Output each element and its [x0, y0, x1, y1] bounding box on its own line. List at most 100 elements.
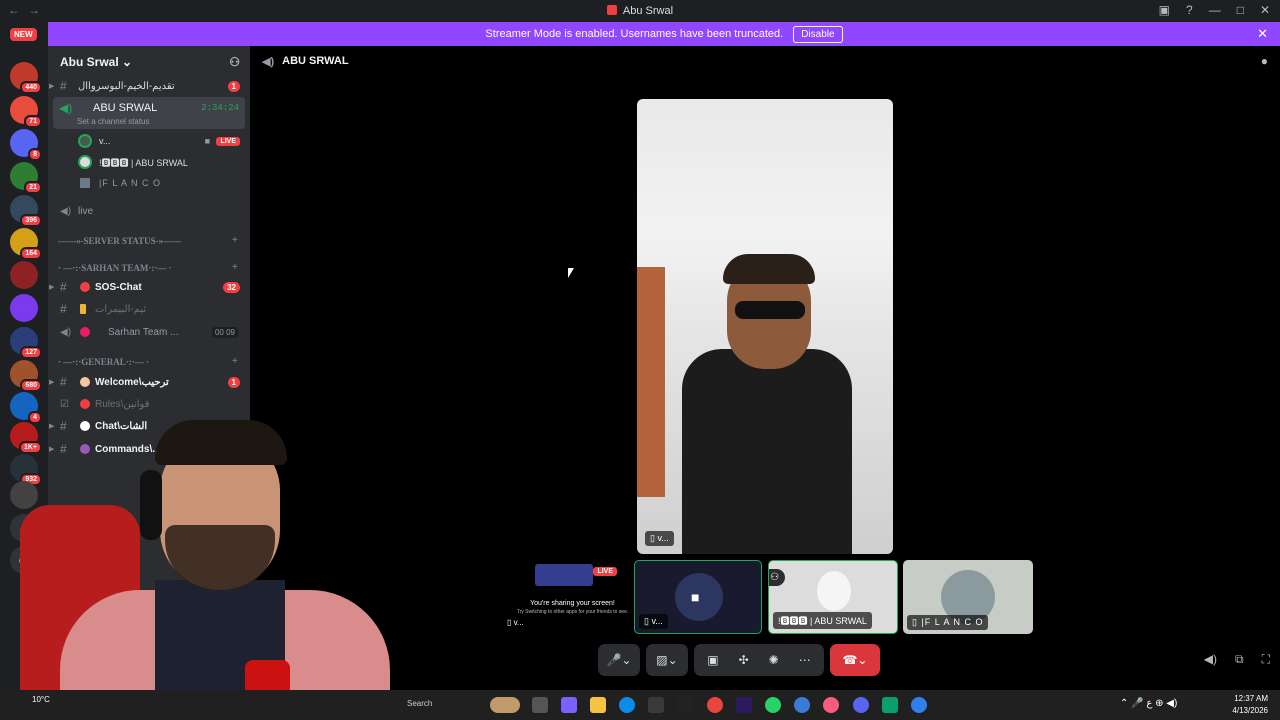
clock[interactable]: 12:37 AM 4/13/2026	[1232, 693, 1268, 717]
server-icon[interactable]: 21	[10, 162, 42, 194]
voice-user[interactable]: |F L A N C O	[78, 174, 248, 192]
add-channel-icon[interactable]: +	[232, 261, 238, 273]
call-view: ◀) ABU SRWAL ● ▯ v... LIVE You're sharing …	[250, 46, 1280, 690]
chat-icon[interactable]: ●	[1261, 54, 1268, 68]
video-tag: ▯ v...	[639, 614, 668, 629]
window-title: Abu Srwal	[0, 5, 1280, 17]
server-icon[interactable]: 8	[10, 129, 42, 161]
soundboard-icon[interactable]: ✺	[769, 653, 779, 667]
avatar	[78, 134, 92, 148]
add-channel-icon[interactable]: +	[232, 355, 238, 367]
premiere-icon[interactable]	[736, 697, 752, 713]
voice-channel-active[interactable]: ◀) ABU SRWAL 2:34:24 Set a channel statu…	[53, 97, 245, 129]
whatsapp-icon[interactable]	[765, 697, 781, 713]
server-icon[interactable]: 71	[10, 96, 42, 128]
voice-channel-sarhan[interactable]: ◀) Sarhan Team ... 00 09	[48, 322, 250, 342]
video-tile[interactable]: ■ ▯ v...	[634, 560, 762, 634]
activities-icon[interactable]: ✣	[739, 653, 749, 667]
copilot-icon[interactable]	[561, 697, 577, 713]
server-icon[interactable]: 164	[10, 228, 42, 260]
avatar	[78, 176, 92, 190]
close-banner-icon[interactable]: ✕	[1257, 26, 1268, 42]
store-icon[interactable]	[648, 697, 664, 713]
inbox-icon[interactable]: ▣	[1159, 3, 1170, 17]
edge-icon[interactable]	[619, 697, 635, 713]
disable-button[interactable]: Disable	[793, 25, 843, 43]
explorer-icon[interactable]	[590, 697, 606, 713]
chrome-icon[interactable]	[707, 697, 723, 713]
video-tile[interactable]: ⌄ ⚇ !🅱🅱🅱 | ABU SRWAL	[768, 560, 898, 634]
main-video-tile[interactable]: ▯ v...	[637, 99, 893, 554]
app-icon[interactable]	[794, 697, 810, 713]
window-controls[interactable]: ▣ ? — □ ✕	[1159, 3, 1270, 17]
server-icon[interactable]	[10, 261, 38, 289]
unread-arrow-icon: ▶	[49, 379, 55, 386]
volume-icon[interactable]: ◀)	[1204, 652, 1217, 667]
speaker-icon: ◀)	[60, 205, 72, 217]
avatar	[817, 571, 851, 611]
add-channel-icon[interactable]: +	[232, 234, 238, 246]
hair	[723, 254, 815, 284]
unread-arrow-icon: ▶	[49, 83, 55, 90]
headphones	[140, 470, 162, 540]
jacket	[682, 349, 852, 554]
door-frame	[637, 267, 665, 497]
speaker-icon: ◀)	[262, 55, 275, 68]
popout-icon[interactable]: ⧉	[1235, 652, 1244, 667]
server-icon[interactable]	[10, 294, 38, 322]
voice-channel-live[interactable]: ◀) live	[48, 201, 250, 221]
unread-arrow-icon: ▶	[49, 284, 55, 291]
video-tile[interactable]: ▯ |F L A N C O	[903, 560, 1033, 634]
app-icon[interactable]	[677, 697, 693, 713]
invite-icon[interactable]: ⚇	[229, 55, 240, 69]
minimize-button[interactable]: —	[1209, 3, 1221, 17]
app-icon[interactable]	[882, 697, 898, 713]
camera-off-icon: ■	[691, 589, 700, 605]
hash-icon: #	[60, 280, 67, 294]
speaker-icon: ◀)	[60, 326, 72, 338]
server-icon[interactable]: 440	[10, 62, 42, 94]
search-box[interactable]: Search	[407, 699, 432, 708]
mute-button[interactable]: 🎤⌄	[598, 644, 640, 676]
share-screen-icon[interactable]: ▣	[707, 653, 718, 667]
widget-icon[interactable]	[490, 697, 520, 713]
mouse-cursor	[568, 268, 574, 278]
new-badge: NEW	[10, 28, 37, 41]
server-icon[interactable]: 127	[10, 327, 42, 359]
category-server-status[interactable]: ——«-SERVER STATUS-»—— +	[48, 232, 250, 250]
hair	[155, 420, 287, 465]
emoji-icon	[80, 327, 90, 337]
fullscreen-icon[interactable]: ⛶	[1262, 652, 1270, 667]
channel-rules[interactable]: ☑ Rules\قوانين	[48, 394, 250, 414]
more-icon[interactable]: ⋯	[799, 653, 811, 667]
server-header[interactable]: Abu Srwal ⌄ ⚇	[48, 46, 250, 78]
category-sarhan-team[interactable]: · —·:·SARHAN TEAM·:·— · +	[48, 259, 250, 277]
hash-icon: #	[60, 79, 67, 93]
disconnect-button[interactable]: ☎⌄	[830, 644, 880, 676]
server-icon[interactable]: 396	[10, 195, 42, 227]
tile-menu-icon[interactable]: ⌄ ⚇	[769, 569, 786, 586]
activity-buttons: ▣ ✣ ✺ ⋯	[694, 644, 824, 676]
channel-item[interactable]: ▶ # تقديم-الخيم-البوسرواال 1	[48, 76, 250, 96]
speaker-icon: ◀)	[59, 101, 73, 115]
avatar	[78, 155, 92, 169]
category-general[interactable]: · —·:·GENERAL·:·— · +	[48, 353, 250, 371]
tray-icons[interactable]: ⌃ 🎤 ع ⊕ ◀)	[1120, 698, 1177, 709]
maximize-button[interactable]: □	[1237, 3, 1244, 17]
server-icon[interactable]: 680	[10, 360, 42, 392]
close-window-button[interactable]: ✕	[1260, 3, 1270, 17]
wave-icon	[80, 377, 90, 387]
channel-sos-chat[interactable]: ▶ # SOS-Chat 32	[48, 277, 250, 297]
app-icon[interactable]	[911, 697, 927, 713]
screen-share-preview[interactable]: LIVE You're sharing your screen! Try Swi…	[507, 560, 630, 634]
task-view-icon[interactable]	[532, 697, 548, 713]
camera-button[interactable]: ▨⌄	[646, 644, 688, 676]
music-icon[interactable]	[823, 697, 839, 713]
view-controls: ◀) ⧉ ⛶	[1204, 652, 1270, 667]
channel-welcome[interactable]: ▶ # Welcome\ترحيب 1	[48, 372, 250, 392]
voice-user[interactable]: !🅱🅱🅱 | ABU SRWAL	[78, 153, 248, 171]
voice-user[interactable]: v... ■ LIVE	[78, 132, 248, 150]
channel-team[interactable]: # ثيم-البيمرات	[48, 299, 250, 319]
discord-icon[interactable]	[853, 697, 869, 713]
help-icon[interactable]: ?	[1186, 3, 1193, 17]
